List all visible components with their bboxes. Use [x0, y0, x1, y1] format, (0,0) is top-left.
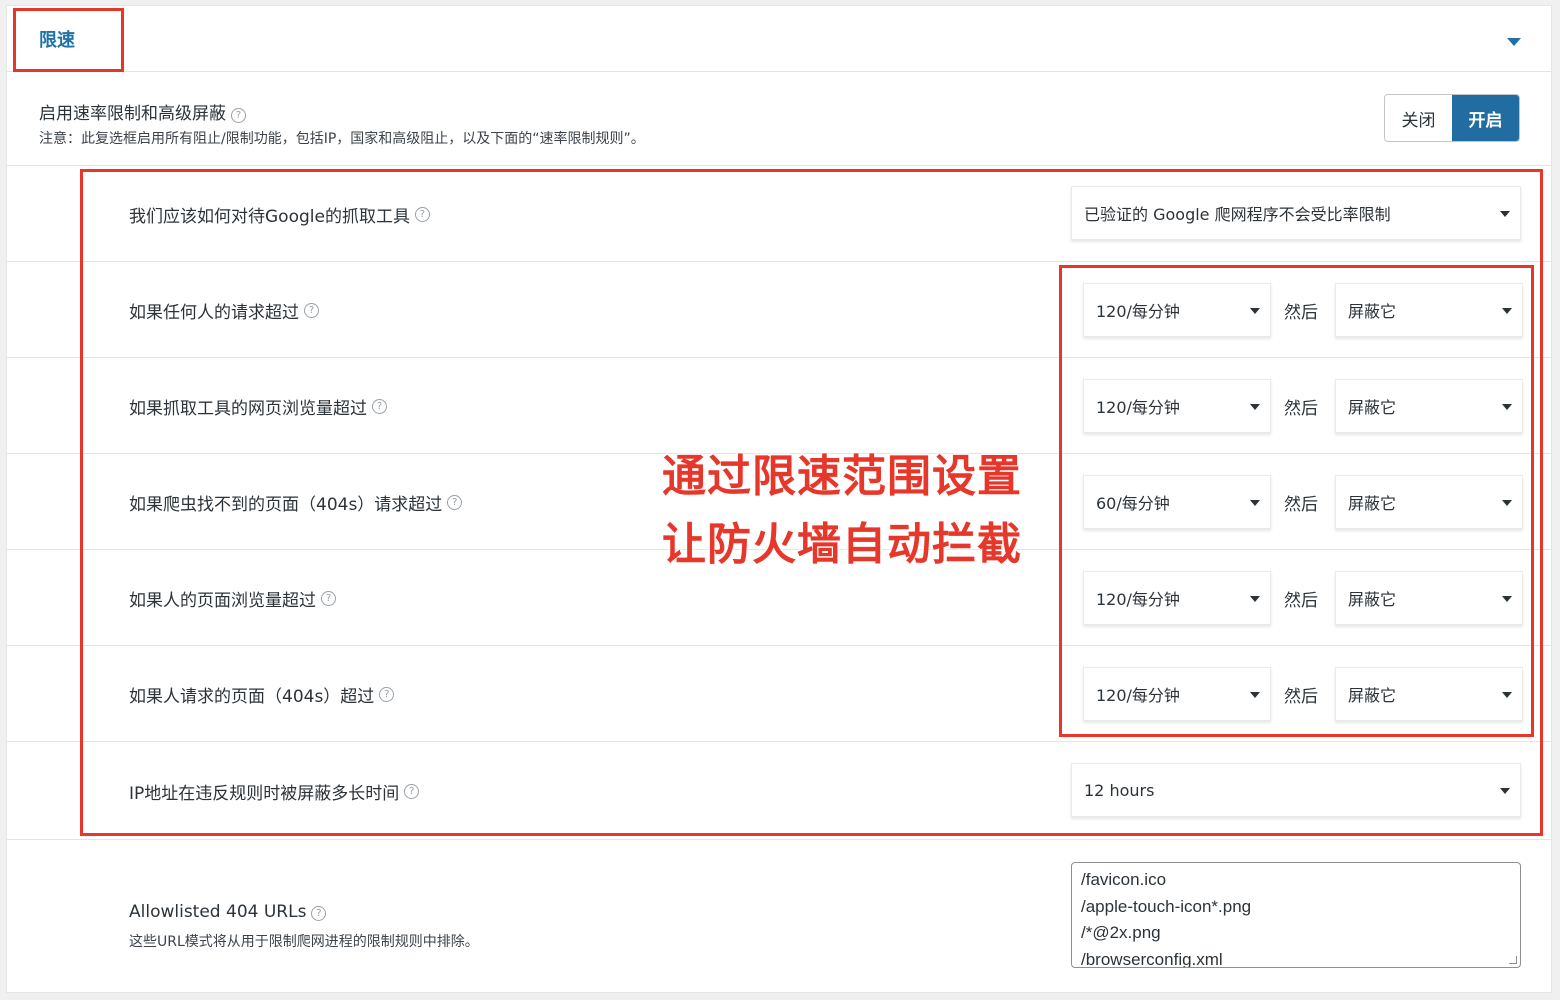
allowlist-line: /apple-touch-icon*.png — [1081, 896, 1252, 916]
allowlist-line: /browserconfig.xml — [1081, 949, 1223, 968]
toggle-off-button[interactable]: 关闭 — [1385, 95, 1452, 141]
toggle-on-button[interactable]: 开启 — [1452, 95, 1519, 141]
section-header[interactable]: 限速 — [7, 6, 1551, 72]
chevron-down-icon[interactable] — [1507, 38, 1521, 46]
enable-rate-limit-row: 启用速率限制和高级屏蔽? 注意：此复选框启用所有阻止/限制功能，包括IP，国家和… — [7, 72, 1551, 166]
annotation-text-line2: 让防火墙自动拦截 — [662, 519, 1022, 570]
help-icon[interactable]: ? — [311, 906, 327, 921]
allowlist-line: /favicon.ico — [1081, 870, 1167, 889]
help-icon[interactable]: ? — [231, 108, 246, 123]
enable-rate-limit-label: 启用速率限制和高级屏蔽? — [39, 99, 246, 124]
annotation-text-line1: 通过限速范围设置 — [662, 451, 1022, 502]
allowlist-label: Allowlisted 404 URLs? — [129, 902, 327, 922]
resize-handle-icon[interactable] — [1509, 956, 1517, 964]
allowlist-textarea[interactable]: /favicon.ico /apple-touch-icon*.png /*@2… — [1071, 862, 1521, 968]
enable-rate-limit-toggle[interactable]: 关闭 开启 — [1384, 94, 1520, 142]
allowlist-line: /*@2x.png — [1081, 923, 1161, 942]
allowlist-row: Allowlisted 404 URLs? 这些URL模式将从用于限制爬网进程的… — [7, 840, 1551, 994]
enable-rate-limit-note: 注意：此复选框启用所有阻止/限制功能，包括IP，国家和高级阻止，以及下面的“速率… — [39, 131, 645, 147]
annotation-select-box — [1059, 265, 1534, 737]
annotation-title-box — [13, 8, 124, 72]
allowlist-note: 这些URL模式将从用于限制爬网进程的限制规则中排除。 — [129, 934, 479, 950]
